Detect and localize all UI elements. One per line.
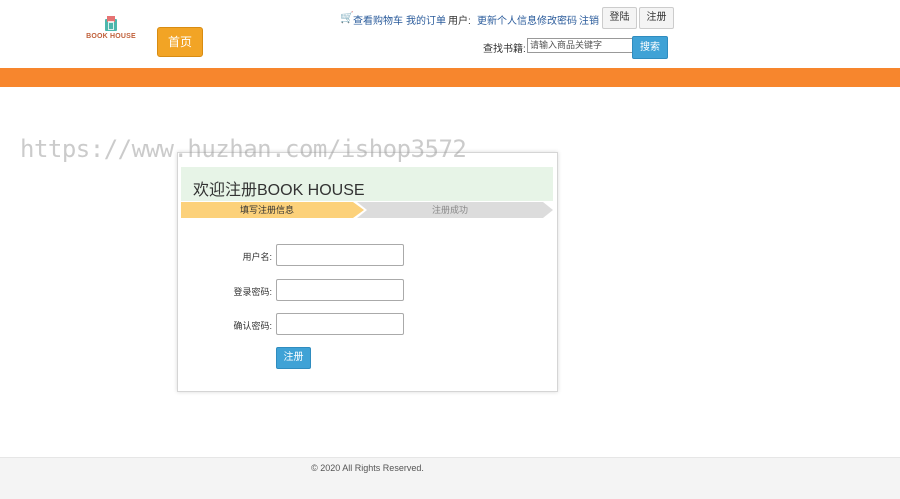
password-input[interactable] bbox=[276, 279, 404, 301]
user-label: 用户: bbox=[448, 16, 471, 27]
view-cart-link[interactable]: 查看购物车 bbox=[353, 12, 403, 27]
book-house-logo-icon[interactable] bbox=[84, 12, 138, 46]
password-label: 登录密码: bbox=[233, 287, 272, 297]
cart-icon[interactable]: 🛒 bbox=[340, 11, 354, 24]
register-title: 欢迎注册BOOK HOUSE bbox=[193, 182, 365, 199]
username-input[interactable] bbox=[276, 244, 404, 266]
logout-link[interactable]: 注销 bbox=[579, 12, 599, 27]
step-register-success: 注册成功 bbox=[357, 202, 543, 218]
submit-register-button[interactable]: 注册 bbox=[276, 347, 311, 369]
change-password-link[interactable]: 修改密码 bbox=[537, 12, 577, 27]
login-button[interactable]: 登陆 bbox=[602, 7, 637, 29]
step-fill-info: 填写注册信息 bbox=[181, 202, 353, 218]
register-button[interactable]: 注册 bbox=[639, 7, 674, 29]
confirm-password-label: 确认密码: bbox=[233, 321, 272, 331]
search-input[interactable]: 请输入商品关键字 bbox=[527, 38, 633, 53]
search-label: 查找书籍: bbox=[483, 44, 526, 55]
watermark-text: https://www.huzhan.com/ishop3572 bbox=[20, 135, 467, 163]
search-button[interactable]: 搜索 bbox=[632, 36, 668, 59]
home-button[interactable]: 首页 bbox=[157, 27, 203, 57]
header-divider-bar bbox=[0, 68, 900, 87]
my-orders-link[interactable]: 我的订单 bbox=[406, 12, 446, 27]
confirm-password-input[interactable] bbox=[276, 313, 404, 335]
update-profile-link[interactable]: 更新个人信息 bbox=[477, 12, 537, 27]
username-label: 用户名: bbox=[242, 252, 272, 262]
copyright-text: © 2020 All Rights Reserved. bbox=[311, 463, 424, 473]
step-arrow bbox=[543, 202, 553, 218]
logo-text: BOOK HOUSE bbox=[86, 33, 136, 40]
